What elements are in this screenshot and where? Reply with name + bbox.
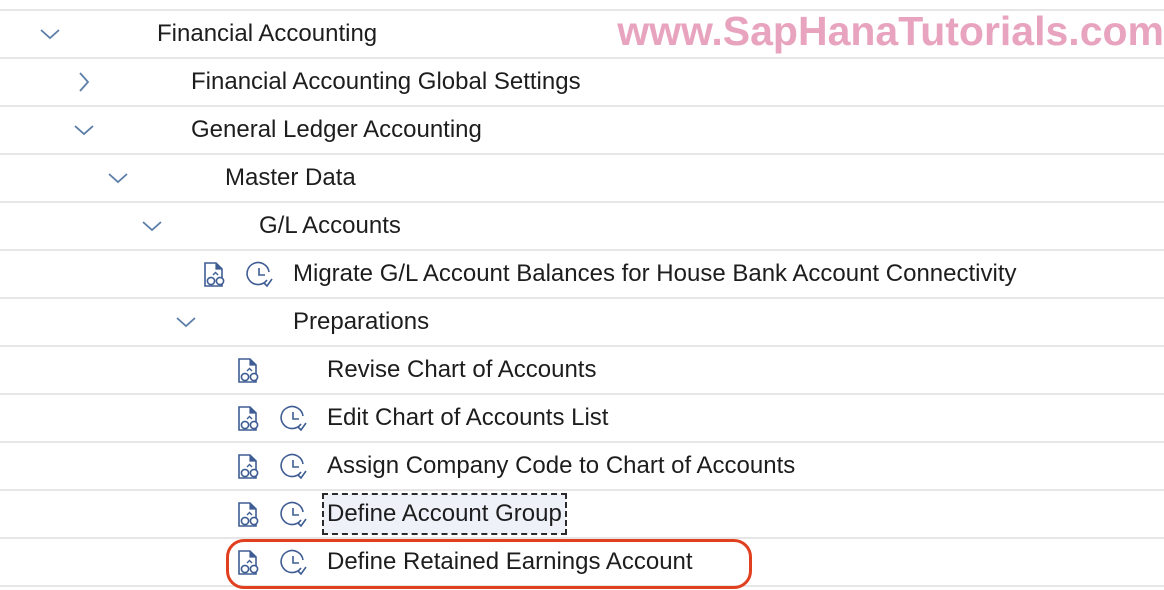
tree-node-label[interactable]: Edit Chart of Accounts List: [327, 395, 608, 441]
chevron-down-icon[interactable]: [38, 22, 62, 46]
tree-node-define-retained-earnings-account[interactable]: Define Retained Earnings Account: [0, 537, 1164, 587]
document-glasses-icon[interactable]: [233, 548, 263, 578]
document-glasses-icon[interactable]: [233, 452, 263, 482]
chevron-down-icon[interactable]: [140, 214, 164, 238]
tree-node-label[interactable]: Financial Accounting: [157, 11, 377, 57]
tree-node-label[interactable]: Financial Accounting Global Settings: [191, 59, 581, 105]
clock-check-icon[interactable]: [279, 548, 309, 578]
clock-check-icon[interactable]: [245, 260, 275, 290]
tree-node-label-focused[interactable]: Define Account Group: [322, 493, 567, 535]
tree-node-revise-chart-of-accounts[interactable]: Revise Chart of Accounts: [0, 345, 1164, 393]
tree-node-preparations[interactable]: Preparations: [0, 297, 1164, 345]
document-glasses-icon[interactable]: [199, 260, 229, 290]
clock-check-icon[interactable]: [279, 500, 309, 530]
chevron-down-icon[interactable]: [174, 310, 198, 334]
tree-node-fa-global-settings[interactable]: Financial Accounting Global Settings: [0, 57, 1164, 105]
tree-node-gl-accounts[interactable]: G/L Accounts: [0, 201, 1164, 249]
tree-node-financial-accounting[interactable]: Financial Accounting: [0, 9, 1164, 57]
tree-node-define-account-group[interactable]: Define Account Group: [0, 489, 1164, 537]
tree-node-general-ledger-accounting[interactable]: General Ledger Accounting: [0, 105, 1164, 153]
tree-node-label[interactable]: Preparations: [293, 299, 429, 345]
document-glasses-icon[interactable]: [233, 500, 263, 530]
tree-node-edit-chart-of-accounts-list[interactable]: Edit Chart of Accounts List: [0, 393, 1164, 441]
tree-node-assign-company-code[interactable]: Assign Company Code to Chart of Accounts: [0, 441, 1164, 489]
document-glasses-icon[interactable]: [233, 356, 263, 386]
chevron-down-icon[interactable]: [72, 118, 96, 142]
tree-node-master-data[interactable]: Master Data: [0, 153, 1164, 201]
tree-node-label[interactable]: Define Retained Earnings Account: [327, 539, 693, 585]
chevron-down-icon[interactable]: [106, 166, 130, 190]
tree-node-migrate-gl-balances[interactable]: Migrate G/L Account Balances for House B…: [0, 249, 1164, 297]
clock-check-icon[interactable]: [279, 452, 309, 482]
chevron-right-icon[interactable]: [72, 70, 96, 94]
tree-node-label[interactable]: Revise Chart of Accounts: [327, 347, 596, 393]
tree-node-label[interactable]: Master Data: [225, 155, 356, 201]
tree-node-label[interactable]: Assign Company Code to Chart of Accounts: [327, 443, 795, 489]
document-glasses-icon[interactable]: [233, 404, 263, 434]
tree-node-label[interactable]: G/L Accounts: [259, 203, 401, 249]
clock-check-icon[interactable]: [279, 404, 309, 434]
tree-node-label[interactable]: Migrate G/L Account Balances for House B…: [293, 251, 1017, 297]
tree-node-label[interactable]: General Ledger Accounting: [191, 107, 482, 153]
img-tree: Financial Accounting Financial Accountin…: [0, 9, 1164, 587]
